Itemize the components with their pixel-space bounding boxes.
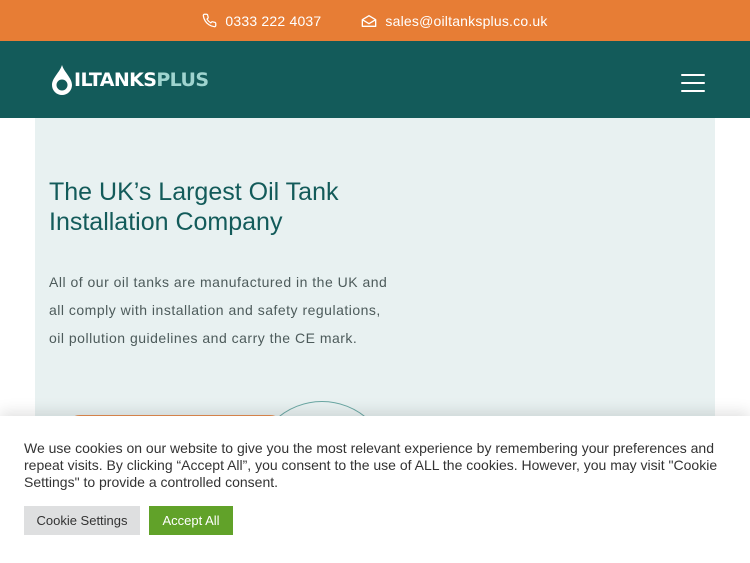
phone-link[interactable]: 0333 222 4037 [202,13,321,29]
logo-text-tanks: ILTANKS [74,69,157,91]
menu-line [681,90,705,92]
menu-line [681,82,705,84]
cookie-settings-button[interactable]: Cookie Settings [24,506,140,535]
email-address: sales@oiltanksplus.co.uk [385,12,548,29]
hero-title: The UK’s Largest Oil Tank Installation C… [49,178,339,236]
hero-section: The UK’s Largest Oil Tank Installation C… [35,118,715,539]
hamburger-menu-icon[interactable] [681,74,705,92]
phone-number: 0333 222 4037 [225,12,322,29]
contact-bar: 0333 222 4037 sales@oiltanksplus.co.uk [0,0,750,41]
cookie-message: We use cookies on our website to give yo… [24,440,718,490]
logo-text-plus: PLUS [156,69,209,91]
envelope-icon [362,14,377,27]
cookie-banner: We use cookies on our website to give yo… [0,416,750,563]
phone-icon [203,13,217,28]
menu-line [681,74,705,76]
oil-drop-icon [52,65,72,95]
site-header: ILTANKS PLUS [0,41,750,118]
email-link[interactable]: sales@oiltanksplus.co.uk [361,13,547,29]
accept-all-button[interactable]: Accept All [149,506,233,535]
hero-description: All of our oil tanks are manufactured in… [49,274,388,346]
site-logo[interactable]: ILTANKS PLUS [51,63,209,97]
